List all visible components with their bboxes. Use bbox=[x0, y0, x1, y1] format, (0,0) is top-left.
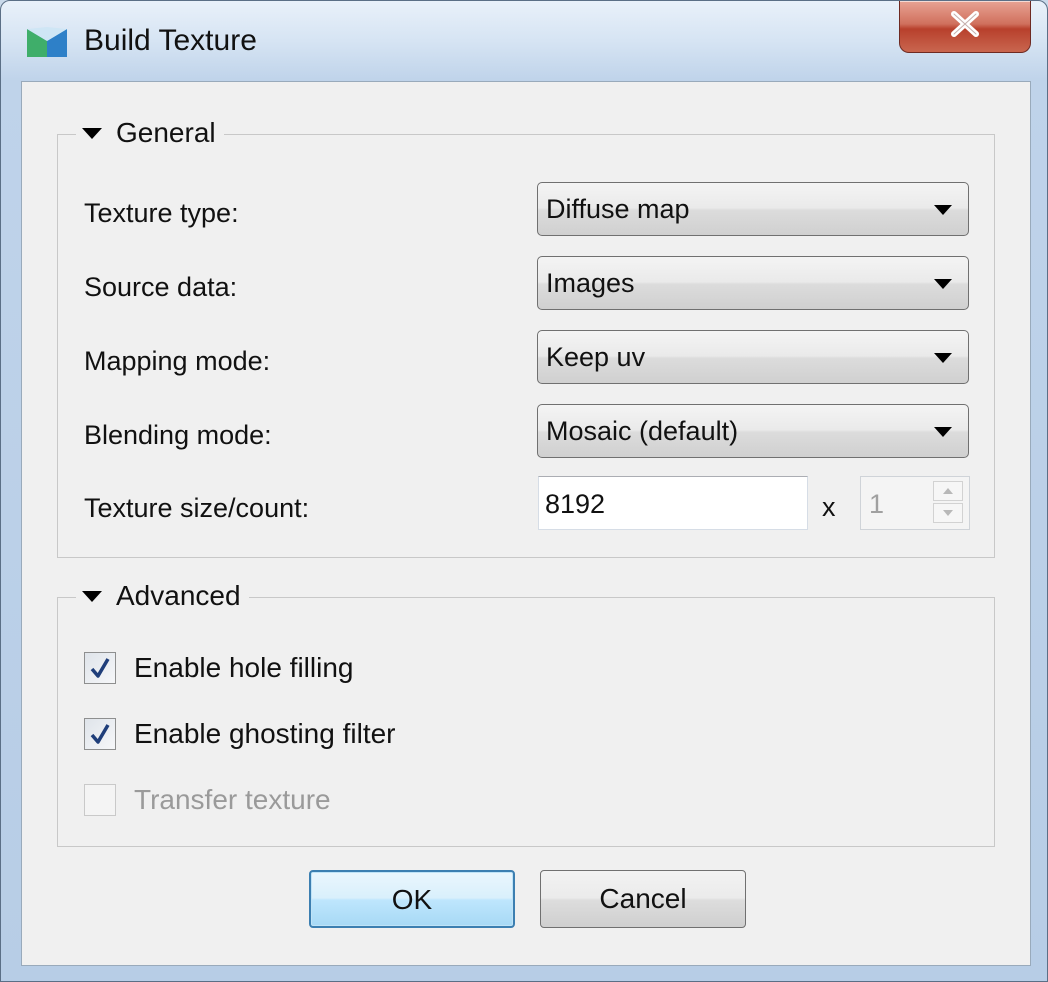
checkmark-icon bbox=[90, 658, 110, 678]
window-title: Build Texture bbox=[84, 24, 257, 57]
spin-down-button[interactable] bbox=[933, 503, 963, 523]
build-texture-window: Build Texture General Texture type: Diff… bbox=[0, 0, 1048, 982]
title-bar[interactable]: Build Texture bbox=[1, 1, 1047, 81]
checkmark-icon bbox=[90, 724, 110, 744]
blending-mode-dropdown[interactable]: Mosaic (default) bbox=[537, 404, 969, 458]
advanced-group-header[interactable]: Advanced bbox=[76, 576, 249, 616]
chevron-down-icon bbox=[934, 427, 952, 437]
transfer-texture-checkbox[interactable] bbox=[84, 784, 116, 816]
texture-size-label: Texture size/count: bbox=[84, 493, 310, 523]
times-label: x bbox=[822, 492, 836, 522]
texture-count-spinbox[interactable]: 1 bbox=[860, 476, 970, 530]
mapping-mode-label: Mapping mode: bbox=[84, 346, 271, 376]
arrow-up-icon bbox=[943, 488, 953, 494]
arrow-down-icon bbox=[943, 510, 953, 516]
close-icon bbox=[951, 11, 979, 37]
chevron-down-icon bbox=[934, 279, 952, 289]
mapping-mode-dropdown[interactable]: Keep uv bbox=[537, 330, 969, 384]
texture-count-value: 1 bbox=[869, 489, 885, 519]
mapping-mode-value: Keep uv bbox=[546, 342, 646, 372]
source-data-value: Images bbox=[546, 268, 635, 298]
ghosting-filter-label[interactable]: Enable ghosting filter bbox=[134, 716, 396, 752]
chevron-down-icon bbox=[934, 353, 952, 363]
texture-size-value: 8192 bbox=[545, 489, 606, 519]
blending-mode-label: Blending mode: bbox=[84, 420, 272, 450]
source-data-dropdown[interactable]: Images bbox=[537, 256, 969, 310]
texture-type-value: Diffuse map bbox=[546, 194, 690, 224]
general-group-header[interactable]: General bbox=[76, 113, 224, 153]
spin-up-button[interactable] bbox=[933, 481, 963, 501]
general-group-title: General bbox=[116, 117, 216, 148]
hole-filling-label[interactable]: Enable hole filling bbox=[134, 650, 354, 686]
transfer-texture-label[interactable]: Transfer texture bbox=[134, 782, 331, 818]
triangle-down-icon bbox=[82, 590, 102, 602]
ok-button[interactable]: OK bbox=[309, 870, 515, 928]
source-data-label: Source data: bbox=[84, 272, 238, 302]
close-button[interactable] bbox=[899, 1, 1031, 53]
texture-type-dropdown[interactable]: Diffuse map bbox=[537, 182, 969, 236]
texture-size-input[interactable]: 8192 bbox=[538, 476, 808, 530]
spin-buttons bbox=[933, 481, 965, 525]
dialog-body: General Texture type: Diffuse map Source… bbox=[21, 81, 1031, 966]
texture-type-label: Texture type: bbox=[84, 198, 239, 228]
advanced-group-title: Advanced bbox=[116, 580, 241, 611]
ghosting-filter-checkbox[interactable] bbox=[84, 718, 116, 750]
cancel-button[interactable]: Cancel bbox=[540, 870, 746, 928]
chevron-down-icon bbox=[934, 205, 952, 215]
blending-mode-value: Mosaic (default) bbox=[546, 416, 739, 446]
hole-filling-checkbox[interactable] bbox=[84, 652, 116, 684]
app-icon bbox=[27, 27, 67, 57]
triangle-down-icon bbox=[82, 127, 102, 139]
